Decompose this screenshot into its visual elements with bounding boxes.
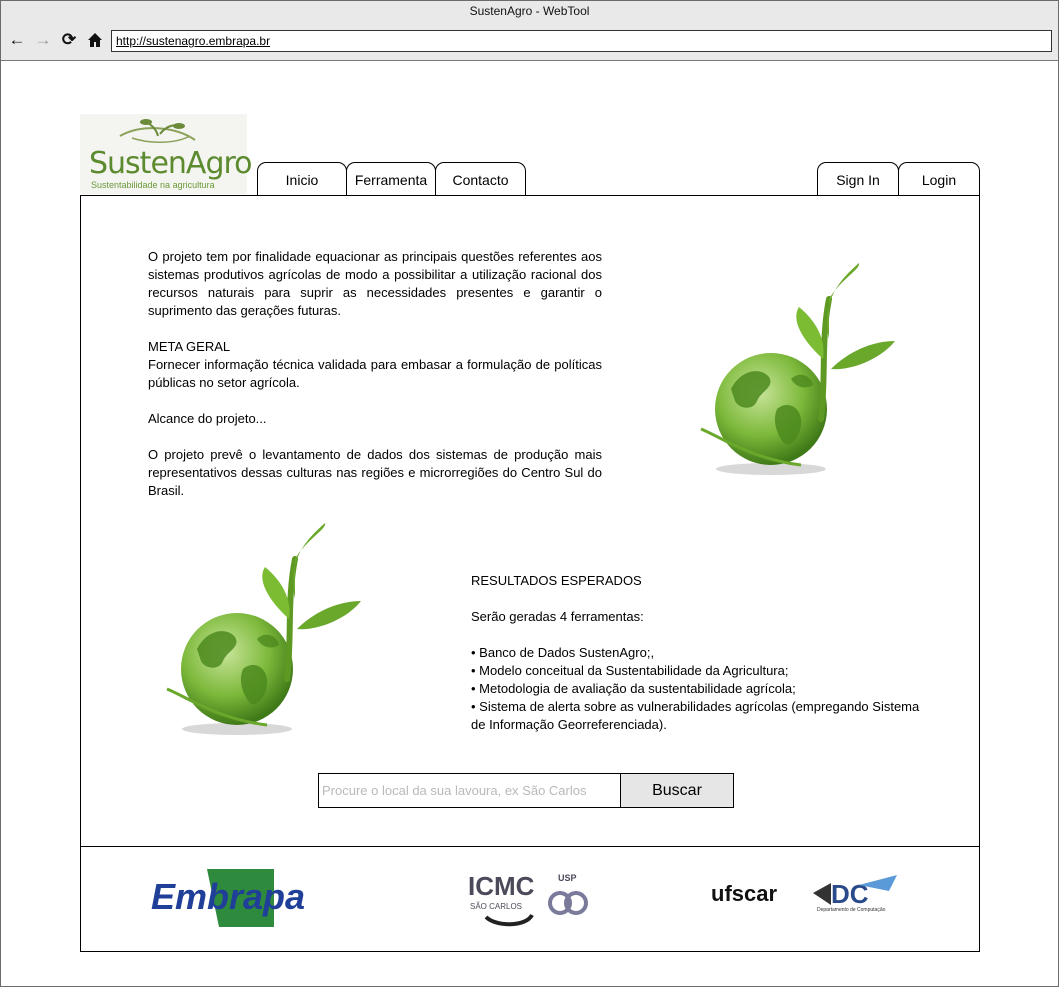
forward-arrow-icon[interactable]: → xyxy=(33,30,53,50)
search-button[interactable]: Buscar xyxy=(620,773,734,808)
results-item: • Banco de Dados SustenAgro;, xyxy=(471,645,655,660)
intro-paragraph: O projeto tem por finalidade equacionar … xyxy=(148,249,602,318)
results-heading: RESULTADOS ESPERADOS xyxy=(471,573,642,588)
back-arrow-icon[interactable]: ← xyxy=(7,30,27,50)
intro-paragraph-2: O projeto prevê o levantamento de dados … xyxy=(148,447,602,498)
green-globe-sprout-image-2 xyxy=(166,523,361,735)
icmc-usp-logo[interactable]: ICMC SÃO CARLOS USP xyxy=(466,869,596,927)
login-button[interactable]: Login xyxy=(898,162,980,196)
embrapa-logo[interactable]: Embrapa xyxy=(149,867,314,931)
results-item: • Sistema de alerta sobre as vulnerabili… xyxy=(471,699,920,732)
home-icon[interactable] xyxy=(85,30,105,50)
intro-text: O projeto tem por finalidade equacionar … xyxy=(148,248,602,500)
meta-heading: META GERAL xyxy=(148,339,231,354)
browser-toolbar: ← → ⟳ http://sustenagro.embrapa.br xyxy=(1,21,1058,61)
logo-tagline: Sustentabilidade na agricultura xyxy=(91,180,215,190)
scope-text: Alcance do projeto... xyxy=(148,411,267,426)
tab-contacto[interactable]: Contacto xyxy=(435,162,526,196)
sign-in-button[interactable]: Sign In xyxy=(817,162,899,196)
expected-results: RESULTADOS ESPERADOS Serão geradas 4 fer… xyxy=(471,572,931,734)
results-item: • Modelo conceitual da Sustentabilidade … xyxy=(471,663,789,678)
tab-ferramenta[interactable]: Ferramenta xyxy=(346,162,436,196)
embrapa-wordmark: Embrapa xyxy=(151,876,305,917)
ufscar-dc-logo[interactable]: ufscar DC Departamento de Computação xyxy=(709,871,904,915)
green-globe-sprout-image xyxy=(700,263,895,475)
location-search-input[interactable]: Procure o local da sua lavoura, ex São C… xyxy=(318,773,621,808)
ufscar-wordmark: ufscar xyxy=(711,881,777,906)
sustenagro-logo[interactable]: SustenAgro Sustentabilidade na agricultu… xyxy=(80,114,253,194)
address-bar[interactable]: http://sustenagro.embrapa.br xyxy=(111,30,1052,52)
window-title: SustenAgro - WebTool xyxy=(1,1,1058,21)
logo-wordmark: SustenAgro xyxy=(89,146,253,181)
results-item: • Metodologia de avaliação da sustentabi… xyxy=(471,681,796,696)
dc-subtext: Departamento de Computação xyxy=(817,907,886,913)
reload-icon[interactable]: ⟳ xyxy=(59,30,79,50)
results-subheading: Serão geradas 4 ferramentas: xyxy=(471,609,644,624)
meta-text: Fornecer informação técnica validada par… xyxy=(148,357,602,390)
browser-window: SustenAgro - WebTool ← → ⟳ http://susten… xyxy=(0,0,1059,987)
tab-inicio[interactable]: Inicio xyxy=(257,162,347,196)
icmc-wordmark: ICMC xyxy=(468,871,535,901)
usp-wordmark: USP xyxy=(558,873,577,883)
icmc-subtext: SÃO CARLOS xyxy=(470,902,522,911)
dc-wordmark: DC xyxy=(831,879,869,909)
